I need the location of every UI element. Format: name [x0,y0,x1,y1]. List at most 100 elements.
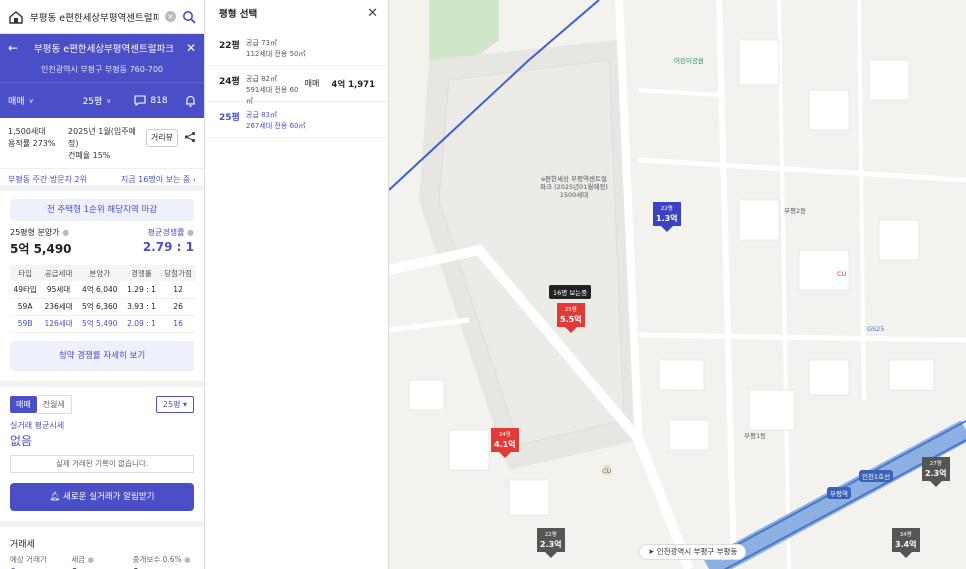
info-icon: ● [187,228,194,237]
comments-button[interactable]: 818 [126,95,176,106]
station-label[interactable]: 부평역 [827,487,851,499]
unit-cell-supply: 95세대 [40,281,77,299]
subscription-banner: 전 주택형 1순위 해당지역 마감 [10,199,194,221]
unit-cell-price: 5억 5,490 [76,315,123,333]
section-divider [0,520,204,527]
home-icon[interactable] [8,9,24,25]
street-view-button[interactable]: 거리뷰 [145,129,178,147]
movein-date: 2025년 1월(입주예정) [68,127,136,148]
unit-cell-supply: 126세대 [40,315,77,333]
unit-count: 267세대 [246,122,273,130]
weekly-rank[interactable]: 부평동 주간 방문자 2위 [8,169,87,185]
location-arrow-icon: ➤ [648,547,655,556]
share-icon[interactable] [184,131,196,143]
notification-bell[interactable] [176,95,196,107]
unit-type-table: 타입 공급세대 분양가 경쟁률 당첨가점 49타입 95세대 4억 6,040 1.29 : … [10,265,196,333]
size-pyeong: 25평 [219,113,240,123]
close-icon[interactable]: ✕ [182,41,196,55]
competition-rate: 2.79 : 1 [142,240,194,254]
tax-title: 거래세 [10,539,35,550]
deal-type: 매매 [304,79,320,88]
exclusive-area: 전용 50㎡ [274,50,306,58]
size-option[interactable]: 22평 공급 73㎡ 112세대 전용 50㎡ [206,30,388,66]
price-pin[interactable]: 24평 4.1억 [491,428,519,458]
supply-area: 공급 82㎡ [246,75,278,83]
cu-label: CU [837,270,847,278]
search-bar[interactable]: 부평동 e편한세상부평역센트럴파크 × [0,0,204,34]
bell-icon: 🔔︎ [49,491,61,502]
unit-cell-rate: 1.29 : 1 [122,281,161,299]
complex-label: e편한세상 부평역센트럴파크 (2025년01월예정) 1500세대 [540,175,608,199]
size-select[interactable]: 25평 ∨ [68,94,126,108]
back-arrow-icon[interactable]: ← [8,41,26,55]
section-divider [0,380,204,387]
bell-icon [186,95,195,107]
size-pyeong: 22평 [219,41,240,51]
sale-price: 5억 5,490 [10,242,72,256]
unit-cell-type: 49타입 [10,281,41,299]
unit-cell-price: 4억 6,040 [76,281,123,299]
size-option[interactable]: 25평 공급 83㎡ 267세대 전용 60㎡ [206,102,388,138]
exclusive-area: 전용 60㎡ [274,122,306,130]
unit-cell-rate: 2.09 : 1 [122,315,161,333]
unit-table-header: 타입 [10,265,41,281]
complex-address: 인천광역시 부평구 부평동 760-700 [40,65,163,74]
close-icon[interactable]: ✕ [367,6,378,21]
map-canvas[interactable] [389,0,966,569]
price-pin[interactable]: 34평 3.4억 [892,528,920,558]
unit-cell-score: 16 [160,315,196,333]
unit-cell-price: 5억 6,360 [76,298,123,316]
supply-area: 공급 73㎡ [246,39,278,47]
price-pin-main[interactable]: 25평 5.5억 [557,303,585,333]
unit-cell-score: 26 [160,298,196,316]
size-option[interactable]: 24평 공급 82㎡ 591세대 전용 60㎡ 매매 4억 1,971 [206,66,388,105]
clear-icon[interactable]: × [165,11,176,22]
unit-row[interactable]: 59A 236세대 5억 6,360 3.93 : 1 26 [10,298,196,316]
no-record-notice: 실제 거래된 기록이 없습니다. [10,454,194,473]
search-icon[interactable] [182,10,196,24]
unit-table-header: 경쟁률 [122,265,161,281]
deal-price: 4억 1,971 [331,80,375,90]
tab-rent[interactable]: 전월세 [36,394,72,414]
price-pin[interactable]: 22평 2.3억 [537,528,565,558]
dong-label: 부평2동 [784,207,807,215]
visitor-stats: 부평동 주간 방문자 2위 지금 16명이 보는 중 › [0,169,204,191]
broker-fee-label: 중개보수 0.6% ● [132,554,191,564]
complex-header: ← 부평동 e편한세상부평역센트럴파크 ✕ 인천광역시 부평구 부평동 760-… [0,34,204,118]
unit-row[interactable]: 59B 126세대 5억 5,490 2.09 : 1 16 [10,315,196,333]
size-pyeong: 24평 [219,77,240,87]
dong-label: 부평1동 [744,432,767,440]
current-location-bar[interactable]: ➤ 인천광역시 부평구 부평동 [639,544,747,560]
trade-alert-button[interactable]: 🔔︎ 새로운 실거래가 알림받기 [10,482,194,511]
trade-size-select[interactable]: 25평 ▾ [155,395,194,413]
supply-area: 공급 83㎡ [246,111,278,119]
expected-price-label: 예상 거래가 [10,554,47,564]
info-icon: ● [62,228,70,237]
size-label: 25평 [82,97,103,107]
search-input[interactable]: 부평동 e편한세상부평역센트럴파크 [30,10,159,24]
unit-cell-supply: 236세대 [40,298,77,316]
households: 1,500세대 [8,127,46,136]
comment-icon [134,95,146,106]
map-view[interactable]: 어린이공원 e편한세상 부평역센트럴파크 (2025년01월예정) 1500세대… [389,0,966,569]
live-viewers[interactable]: 지금 16명이 보는 중 › [121,169,196,185]
deal-type-select[interactable]: 매매 ∨ [8,94,68,108]
unit-count: 591세대 [246,86,273,94]
tax-label: 세금 ● [71,554,95,564]
tab-sale[interactable]: 매매 [10,395,37,413]
price-pin[interactable]: 22평 1.3억 [653,202,681,232]
deal-type-label: 매매 [8,97,25,107]
competition-detail-button[interactable]: 청약 경쟁률 자세히 보기 [10,340,194,371]
competition-label: 평균경쟁률 ● [147,228,194,237]
detail-panel: 부평동 e편한세상부평역센트럴파크 × ← 부평동 e편한세상부평역센트럴파크 … [0,0,205,569]
price-pin[interactable]: 27평 2.3억 [922,457,950,487]
unit-table-header: 당첨가점 [160,265,196,281]
unit-row[interactable]: 49타입 95세대 4억 6,040 1.29 : 1 12 [10,281,196,299]
viewers-tag: 16명 보는중 [549,285,592,299]
unit-cell-type: 59A [10,298,41,316]
price-label: 25평형 분양가 ● [10,228,70,237]
complex-summary: 1,500세대 용적률 273% 2025년 1월(입주예정) 건폐율 15% 거리… [0,118,204,169]
park-label: 어린이공원 [674,57,704,65]
coverage-ratio: 건폐율 15% [68,151,111,160]
avg-price-label: 실거래 평균시세 [10,420,65,430]
